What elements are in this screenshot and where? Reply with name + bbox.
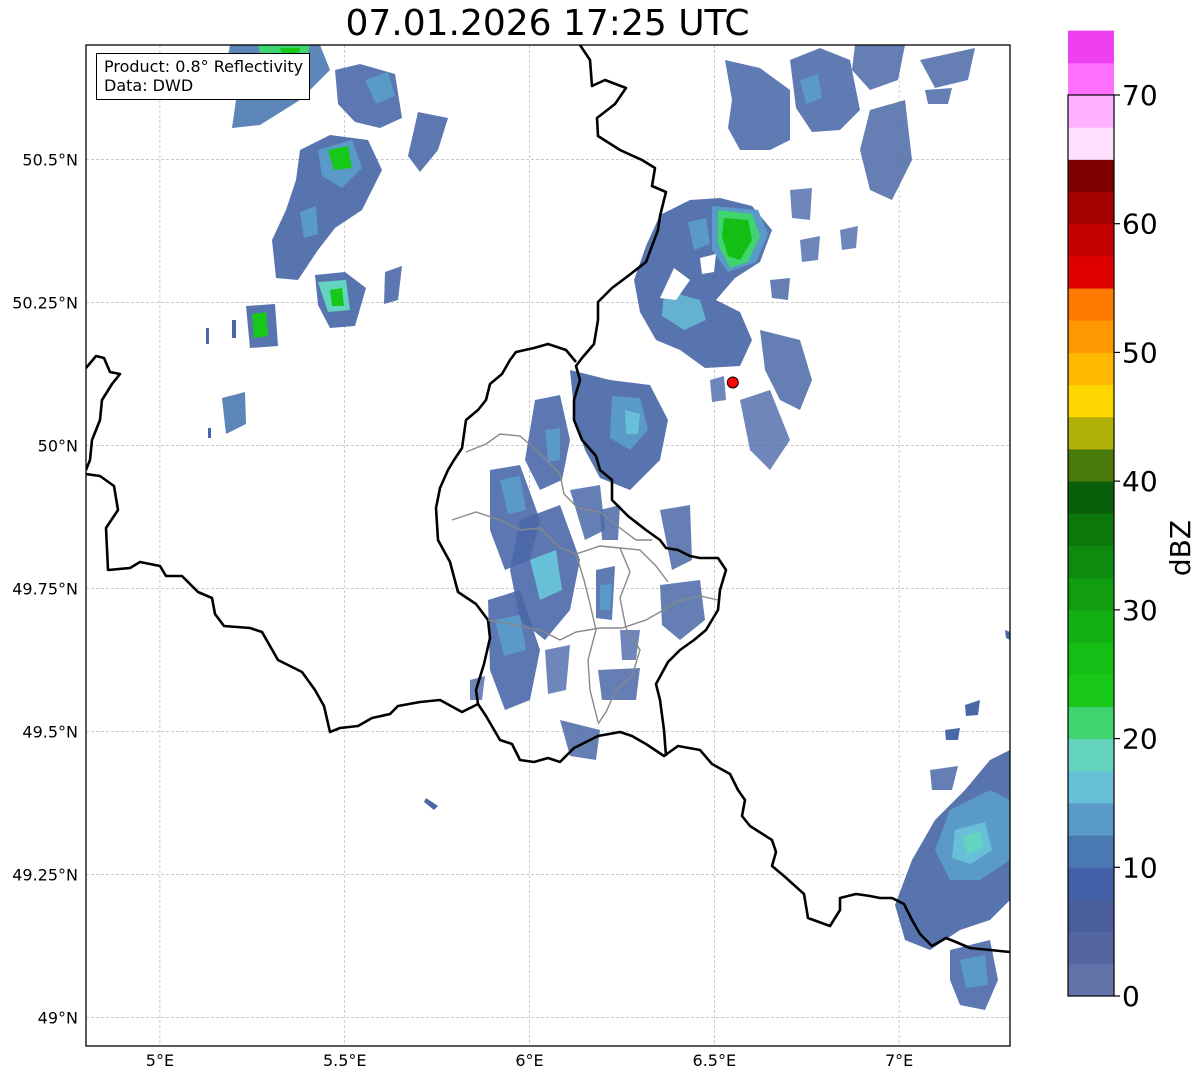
colorbar-segment — [1068, 448, 1114, 482]
colorbar-segment — [1068, 609, 1114, 643]
colorbar-segment — [1068, 384, 1114, 418]
colorbar-segment — [1068, 223, 1114, 257]
colorbar-segment — [1068, 513, 1114, 546]
colorbar-segment — [1068, 706, 1114, 740]
colorbar-segment — [1068, 963, 1114, 997]
colorbar-segment — [1068, 770, 1114, 804]
colorbar-segment — [1068, 899, 1114, 933]
colorbar-segments — [1068, 30, 1114, 997]
colorbar-segment — [1068, 674, 1114, 707]
colorbar-segment — [1068, 577, 1114, 611]
colorbar-segment — [1068, 288, 1114, 321]
colorbar-segment — [1068, 867, 1114, 900]
colorbar-tick-label: 60 — [1122, 208, 1158, 241]
colorbar-segment — [1068, 320, 1114, 353]
colorbar-segment — [1068, 802, 1114, 836]
colorbar-segment — [1068, 481, 1114, 514]
colorbar-segment — [1068, 191, 1114, 225]
colorbar-segment — [1068, 95, 1114, 128]
colorbar-segment — [1068, 255, 1114, 289]
colorbar-tick-label: 10 — [1122, 851, 1158, 884]
colorbar: 0 10 20 30 40 50 60 70 dBZ — [1067, 30, 1197, 1013]
colorbar-tick-label: 40 — [1122, 465, 1158, 498]
colorbar-tick-label: 70 — [1122, 79, 1158, 112]
colorbar-label: dBZ — [1164, 520, 1197, 576]
colorbar-segment — [1068, 642, 1114, 675]
colorbar-ticks: 0 10 20 30 40 50 60 70 — [1114, 79, 1158, 1013]
colorbar-segment — [1068, 30, 1114, 64]
colorbar-tick-label: 30 — [1122, 594, 1158, 627]
colorbar-segment — [1068, 545, 1114, 579]
colorbar-tick-label: 20 — [1122, 723, 1158, 756]
colorbar-segment — [1068, 127, 1114, 160]
colorbar-segment — [1068, 738, 1114, 772]
colorbar-segment — [1068, 835, 1114, 868]
colorbar-segment — [1068, 159, 1114, 193]
colorbar-segment — [1068, 352, 1114, 386]
colorbar-segment — [1068, 62, 1114, 96]
colorbar-tick-label: 50 — [1122, 336, 1158, 369]
colorbar-segment — [1068, 416, 1114, 450]
colorbar-segment — [1068, 931, 1114, 965]
colorbar-tick-label: 0 — [1122, 980, 1140, 1013]
